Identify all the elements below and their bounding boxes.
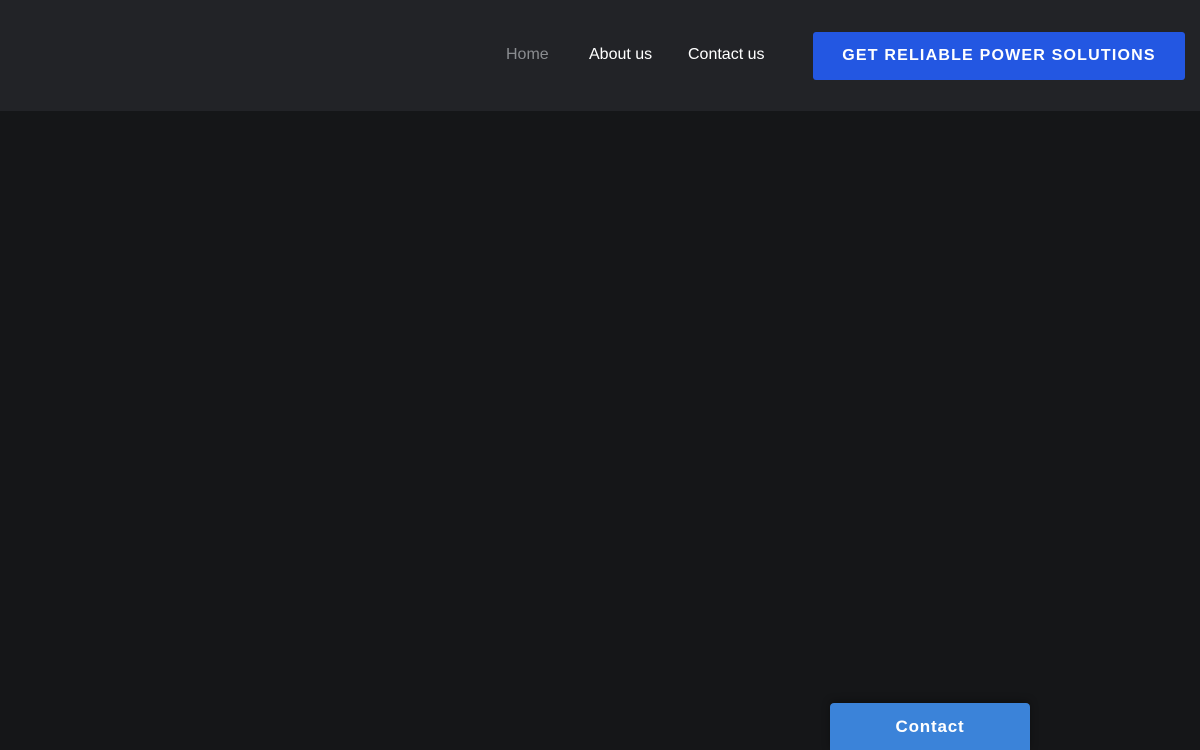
page: Home About us Contact us GET RELIABLE PO… [0,0,1200,750]
floating-contact-button[interactable]: Contact [830,703,1030,750]
site-header: Home About us Contact us GET RELIABLE PO… [0,0,1200,111]
hero-section [0,111,1200,750]
get-reliable-power-solutions-button[interactable]: GET RELIABLE POWER SOLUTIONS [813,32,1185,80]
nav-link-contact-us[interactable]: Contact us [688,46,764,64]
nav-link-about-us[interactable]: About us [589,46,652,64]
nav-link-home[interactable]: Home [506,46,549,64]
